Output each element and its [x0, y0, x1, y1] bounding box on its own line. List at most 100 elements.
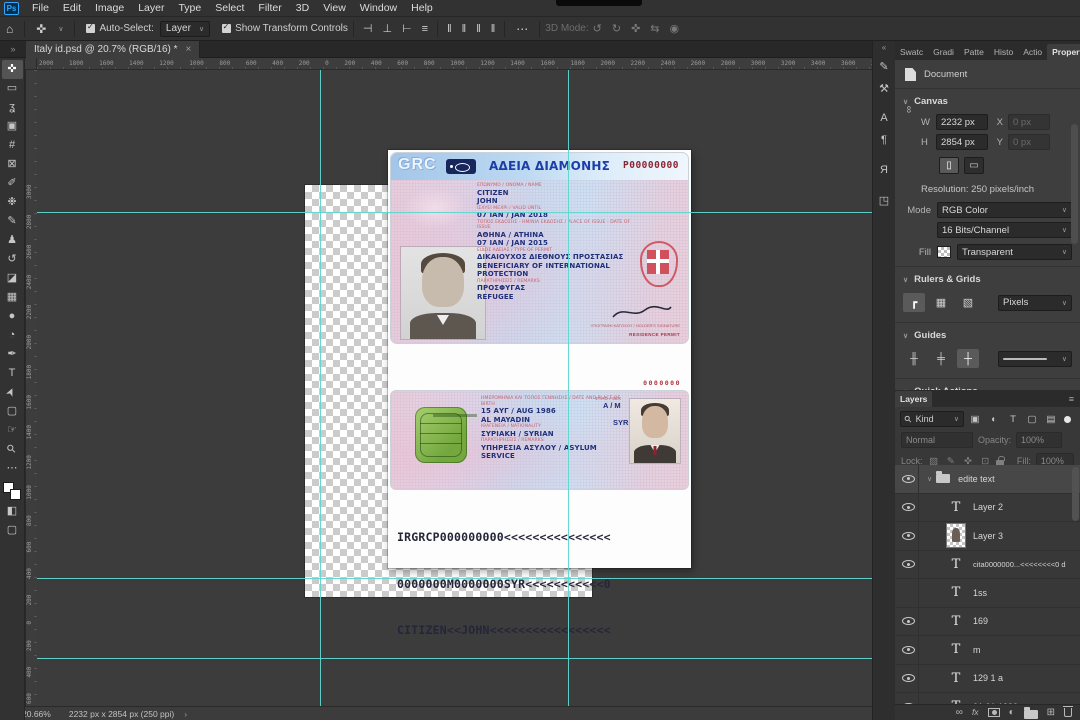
- close-tab-icon[interactable]: ×: [186, 44, 192, 55]
- tab-layers[interactable]: Layers: [895, 391, 933, 407]
- tab-swatches[interactable]: Swatc: [895, 44, 928, 60]
- filter-smart-objects-icon[interactable]: ▤: [1043, 411, 1059, 427]
- zoom-tool[interactable]: ⚲: [2, 440, 23, 459]
- more-options-icon[interactable]: ⋯: [510, 22, 534, 36]
- eye-toggle[interactable]: [899, 664, 919, 692]
- layer-filter-kind-dropdown[interactable]: ⚲ Kind ∨: [900, 411, 964, 427]
- tab-history[interactable]: Histo: [989, 44, 1018, 60]
- layer-name[interactable]: cita0000000...<<<<<<<<0 d: [973, 560, 1066, 569]
- portrait-orientation-button[interactable]: ▯: [939, 157, 959, 174]
- rulers-grids-section-header[interactable]: ∨ Rulers & Grids: [895, 267, 1080, 290]
- canvas-section-header[interactable]: ∨ Canvas: [895, 89, 1080, 112]
- crop-tool[interactable]: #: [2, 136, 23, 155]
- tab-overflow-icon[interactable]: »: [0, 41, 26, 57]
- eye-toggle[interactable]: [899, 579, 919, 607]
- distribute-left-icon[interactable]: ‖: [472, 23, 485, 35]
- blur-tool[interactable]: ●: [2, 307, 23, 326]
- status-menu-arrow-icon[interactable]: ›: [184, 709, 187, 719]
- menu-file[interactable]: File: [25, 2, 56, 14]
- distribute-vertical-icon[interactable]: ‖: [443, 23, 456, 35]
- layer-name[interactable]: 129 1 a: [973, 673, 1003, 683]
- frame-tool[interactable]: ⊠: [2, 155, 23, 174]
- vertical-guide[interactable]: [568, 70, 569, 706]
- new-layer-icon[interactable]: ⊞: [1047, 707, 1055, 718]
- zoom-level-field[interactable]: 20.66%: [22, 709, 51, 719]
- lock-guides-button[interactable]: ╪: [930, 349, 952, 368]
- eyedropper-tool[interactable]: ✐: [2, 174, 23, 193]
- vertical-ruler[interactable]: 600 400 200 0 200 400 600 800 1000 1200 …: [25, 70, 37, 706]
- document-tab[interactable]: Italy id.psd @ 20.7% (RGB/16) * ×: [26, 41, 201, 58]
- layer-style-icon[interactable]: fx: [972, 708, 979, 717]
- guides-section-header[interactable]: ∨ Guides: [895, 323, 1080, 346]
- add-mask-icon[interactable]: [987, 708, 1000, 717]
- align-right-icon[interactable]: ⊢: [398, 22, 416, 35]
- tab-gradients[interactable]: Gradi: [928, 44, 959, 60]
- move-tool[interactable]: ✜: [1, 60, 23, 79]
- menu-image[interactable]: Image: [88, 2, 131, 14]
- filter-shape-layers-icon[interactable]: ▢: [1024, 411, 1040, 427]
- eye-toggle[interactable]: [899, 607, 919, 635]
- layer-name[interactable]: Layer 2: [973, 502, 1003, 512]
- layer-row-group[interactable]: ∨ edite text: [895, 465, 1080, 494]
- group-expand-chevron-icon[interactable]: ∨: [927, 475, 932, 483]
- eye-toggle[interactable]: [899, 522, 919, 550]
- layer-row[interactable]: T m: [895, 636, 1080, 665]
- toggle-guides-button[interactable]: ╫: [903, 349, 925, 368]
- clone-source-panel-icon[interactable]: ⚒: [875, 77, 894, 99]
- dodge-tool[interactable]: ◔: [2, 326, 23, 345]
- layer-row[interactable]: Layer 3: [895, 522, 1080, 551]
- menu-filter[interactable]: Filter: [251, 2, 288, 14]
- tab-properties[interactable]: Properties: [1047, 44, 1080, 60]
- clear-guides-button[interactable]: ┼: [957, 349, 979, 368]
- layer-name[interactable]: Layer 3: [973, 531, 1003, 541]
- eye-toggle[interactable]: [899, 693, 919, 704]
- horizontal-guide[interactable]: [37, 212, 872, 213]
- vertical-guide[interactable]: [320, 70, 321, 706]
- horizontal-guide[interactable]: [37, 658, 872, 659]
- canvas-area[interactable]: GRC ΑΔΕΙΑ ΔΙΑΜΟΝΗΣ P00000000 ΕΠΩΝΥΜΟ / Ο…: [37, 70, 872, 706]
- auto-select-checkbox[interactable]: [86, 22, 96, 33]
- pen-tool[interactable]: ✒: [2, 345, 23, 364]
- toggle-snap-button[interactable]: ▧: [957, 293, 979, 312]
- menu-help[interactable]: Help: [404, 2, 440, 14]
- link-dimensions-icon[interactable]: ∞: [903, 106, 914, 113]
- menu-window[interactable]: Window: [353, 2, 404, 14]
- ruler-units-dropdown[interactable]: Pixels ∨: [998, 294, 1072, 311]
- bit-depth-dropdown[interactable]: 16 Bits/Channel ∨: [937, 222, 1072, 238]
- brush-settings-panel-icon[interactable]: ✎: [875, 55, 894, 77]
- distribute-horizontal-icon[interactable]: ‖: [458, 23, 471, 35]
- eye-toggle[interactable]: [899, 636, 919, 664]
- guide-style-dropdown[interactable]: ∨: [998, 350, 1072, 367]
- new-group-icon[interactable]: [1023, 706, 1038, 719]
- menu-layer[interactable]: Layer: [131, 2, 171, 14]
- edit-toolbar-button[interactable]: ⋯: [2, 459, 23, 478]
- tab-actions[interactable]: Actio: [1018, 44, 1047, 60]
- photoshop-logo[interactable]: Ps: [4, 1, 19, 15]
- quick-mask-button[interactable]: ◧: [2, 502, 23, 521]
- eraser-tool[interactable]: ◪: [2, 269, 23, 288]
- filter-adjustment-layers-icon[interactable]: ◐: [986, 411, 1002, 427]
- tab-patterns[interactable]: Patte: [959, 44, 989, 60]
- layer-row[interactable]: T Layer 2: [895, 493, 1080, 522]
- clone-stamp-tool[interactable]: ♟: [2, 231, 23, 250]
- align-left-icon[interactable]: ⊣: [359, 22, 377, 35]
- horizontal-ruler[interactable]: 2000 1800 1600 1400 1200 1000 800 600 40…: [37, 58, 872, 70]
- quick-actions-section-header[interactable]: ∨ Quick Actions: [895, 379, 1080, 390]
- eye-toggle[interactable]: [899, 550, 919, 578]
- layer-name[interactable]: edite text: [958, 474, 995, 484]
- canvas-fill-dropdown[interactable]: Transparent ∨: [957, 244, 1072, 260]
- menu-type[interactable]: Type: [171, 2, 208, 14]
- toggle-grid-button[interactable]: ▦: [930, 293, 952, 312]
- hand-tool[interactable]: ☞: [2, 421, 23, 440]
- layer-thumbnail[interactable]: [946, 523, 966, 549]
- layer-name[interactable]: 169: [973, 616, 988, 626]
- lasso-tool[interactable]: ʓ: [2, 98, 23, 117]
- layer-row[interactable]: T cita0000000...<<<<<<<<0 d: [895, 550, 1080, 579]
- paragraph-panel-icon[interactable]: ¶: [875, 129, 894, 151]
- color-swatches[interactable]: [3, 482, 21, 500]
- auto-select-target-dropdown[interactable]: Layer ∨: [159, 20, 211, 37]
- show-transform-checkbox[interactable]: [222, 22, 232, 33]
- home-icon[interactable]: ⌂: [0, 22, 19, 36]
- menu-select[interactable]: Select: [208, 2, 251, 14]
- layer-name[interactable]: 1ss: [973, 588, 987, 598]
